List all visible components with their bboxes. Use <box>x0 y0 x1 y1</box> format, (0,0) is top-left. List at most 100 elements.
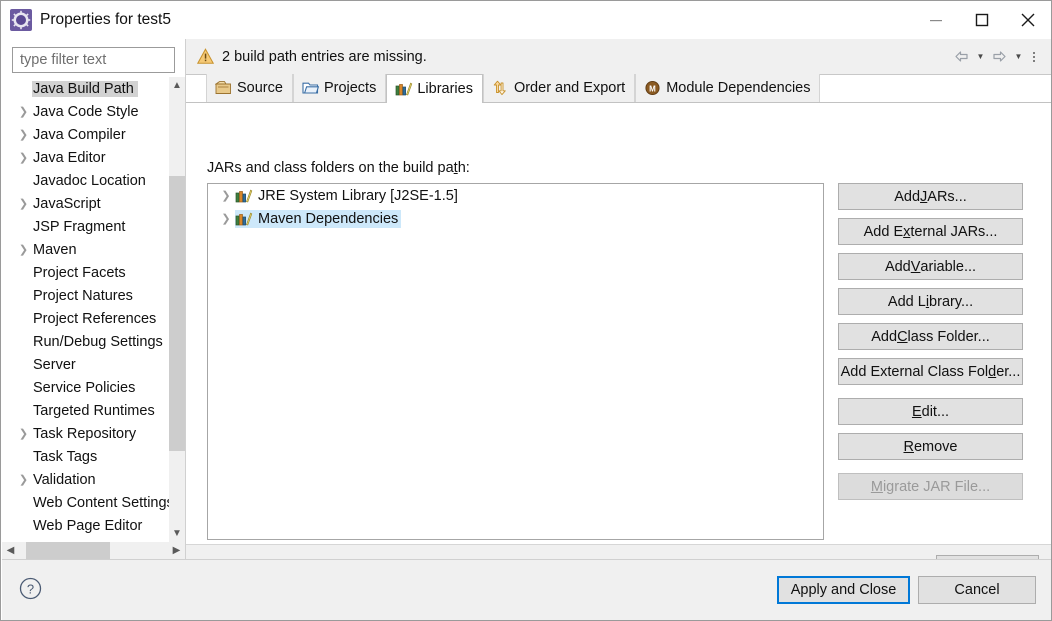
list-item[interactable]: ❯ Maven Dependencies <box>208 207 823 230</box>
sidebar-item-label: JavaScript <box>33 195 101 212</box>
scroll-left-icon[interactable]: ◀ <box>2 542 19 559</box>
sidebar-item-label: Maven <box>33 241 77 258</box>
tab-bar[interactable]: Source Projects Libraries Order and Export M… <box>186 74 1051 103</box>
add-library-button[interactable]: Add Li brary... <box>838 288 1023 315</box>
close-icon[interactable] <box>1005 2 1051 39</box>
sidebar-item-jsp-fragment[interactable]: JSP Fragment <box>12 215 162 238</box>
sidebar-item-service-policies[interactable]: Service Policies <box>12 376 162 399</box>
chevron-right-icon[interactable]: ❯ <box>15 197 32 210</box>
sidebar-item-label: Run/Debug Settings <box>33 333 163 350</box>
library-books-icon <box>395 81 413 97</box>
sidebar-item-label: Javadoc Location <box>33 172 146 189</box>
chevron-right-icon[interactable]: ❯ <box>15 105 32 118</box>
horizontal-scrollbar-thumb[interactable] <box>26 542 110 559</box>
library-actions: Add J ARs... Add Ex ternal JARs... Add Varia… <box>838 183 1023 508</box>
sidebar-item-label: Project Natures <box>33 287 133 304</box>
button-label-mnemonic: R <box>903 438 914 455</box>
message-bar: 2 build path entries are missing. ▼ ▼ <box>186 39 1051 75</box>
scroll-down-icon[interactable]: ▼ <box>169 525 185 542</box>
sidebar-item-java-compiler[interactable]: ❯ Java Compiler <box>12 123 162 146</box>
edit-button[interactable]: Edit... <box>838 398 1023 425</box>
sidebar-item-server[interactable]: Server <box>12 353 162 376</box>
add-external-jars-button[interactable]: Add Ex ternal JARs... <box>838 218 1023 245</box>
chevron-right-icon[interactable]: ❯ <box>15 427 32 440</box>
chevron-right-icon[interactable]: ❯ <box>15 151 32 164</box>
sidebar-item-targeted-runtimes[interactable]: Targeted Runtimes <box>12 399 162 422</box>
sidebar-item-java-build-path[interactable]: Java Build Path <box>12 77 162 100</box>
sidebar-item-label: Validation <box>33 471 96 488</box>
add-class-folder-button[interactable]: Add Class Folder... <box>838 323 1023 350</box>
window-title: Properties for test5 <box>40 11 171 28</box>
cancel-button[interactable]: Cancel <box>918 576 1036 604</box>
svg-text:M: M <box>649 84 656 93</box>
add-jars-button[interactable]: Add J ARs... <box>838 183 1023 210</box>
sidebar-item-validation[interactable]: ❯ Validation <box>12 468 162 491</box>
sidebar-item-label: Server <box>33 356 76 373</box>
back-arrow-icon[interactable] <box>952 47 971 66</box>
folder-icon <box>302 80 320 96</box>
eclipse-logo-icon <box>10 9 32 31</box>
help-icon[interactable]: ? <box>19 577 42 600</box>
back-chevron-down-icon[interactable]: ▼ <box>974 47 987 66</box>
sidebar-item-task-repository[interactable]: ❯ Task Repository <box>12 422 162 445</box>
sidebar-item-project-references[interactable]: Project References <box>12 307 162 330</box>
tab-module-dependencies[interactable]: M Module Dependencies <box>635 74 821 102</box>
sidebar-item-project-facets[interactable]: Project Facets <box>12 261 162 284</box>
sidebar-tree[interactable]: Java Build Path ❯ Java Code Style ❯ Java Com… <box>12 77 185 542</box>
panel-label: JARs and class folders on the build path… <box>207 160 470 176</box>
add-external-class-folder-button[interactable]: Add External Class Fol d er... <box>838 358 1023 385</box>
minimize-icon[interactable] <box>913 2 959 39</box>
button-label-before: Add External Class Fol <box>840 363 989 380</box>
sidebar-item-maven[interactable]: ❯ Maven <box>12 238 162 261</box>
chevron-right-icon[interactable]: ❯ <box>15 128 32 141</box>
tab-source[interactable]: Source <box>206 74 293 102</box>
sidebar-item-web-page-editor[interactable]: Web Page Editor <box>12 514 162 537</box>
sidebar-item-web-content-settings[interactable]: Web Content Settings <box>12 491 174 514</box>
warning-icon <box>196 48 215 65</box>
apply-and-close-button[interactable]: Apply and Close <box>777 576 910 604</box>
list-item-content: JRE System Library [J2SE-1.5] <box>235 188 458 204</box>
chevron-right-icon[interactable]: ❯ <box>15 243 32 256</box>
scroll-right-icon[interactable]: ▶ <box>168 542 185 559</box>
tab-projects[interactable]: Projects <box>292 74 387 102</box>
remove-button[interactable]: Remove <box>838 433 1023 460</box>
sidebar-item-javascript[interactable]: ❯ JavaScript <box>12 192 162 215</box>
button-label-after: igrate JAR File... <box>882 478 991 495</box>
sidebar-horizontal-scrollbar[interactable]: ◀ ▶ <box>2 542 185 559</box>
chevron-right-icon[interactable]: ❯ <box>15 473 32 486</box>
package-icon <box>214 80 232 96</box>
tab-libraries[interactable]: Libraries <box>386 74 483 103</box>
sidebar-item-label: Web Content Settings <box>33 494 174 511</box>
sidebar-vertical-scrollbar[interactable]: ▲ ▼ <box>169 77 185 542</box>
sidebar-item-javadoc-location[interactable]: Javadoc Location <box>12 169 162 192</box>
list-item[interactable]: ❯ JRE System Library [J2SE-1.5] <box>208 184 823 207</box>
chevron-right-icon[interactable]: ❯ <box>217 189 235 202</box>
libraries-panel: JARs and class folders on the build path… <box>186 103 1051 594</box>
sidebar-item-java-code-style[interactable]: ❯ Java Code Style <box>12 100 162 123</box>
tab-order-and-export[interactable]: Order and Export <box>482 74 636 102</box>
sidebar-item-java-editor[interactable]: ❯ Java Editor <box>12 146 162 169</box>
button-label-mnemonic: V <box>910 258 921 275</box>
chevron-right-icon[interactable]: ❯ <box>217 212 235 225</box>
scroll-up-icon[interactable]: ▲ <box>169 77 185 94</box>
forward-arrow-icon[interactable] <box>990 47 1009 66</box>
sidebar-item-task-tags[interactable]: Task Tags <box>12 445 162 468</box>
maximize-icon[interactable] <box>959 2 1005 39</box>
sidebar-item-label: Service Policies <box>33 379 136 396</box>
sidebar-item-run-debug-settings[interactable]: Run/Debug Settings <box>12 330 163 353</box>
message-text: 2 build path entries are missing. <box>222 48 427 65</box>
filter-input[interactable]: type filter text <box>12 47 175 73</box>
add-variable-button[interactable]: Add Variable... <box>838 253 1023 280</box>
sidebar-item-project-natures[interactable]: Project Natures <box>12 284 162 307</box>
list-item-content: Maven Dependencies <box>235 209 402 228</box>
forward-chevron-down-icon[interactable]: ▼ <box>1012 47 1025 66</box>
tab-label: Module Dependencies <box>666 80 811 96</box>
button-label-mnemonic: C <box>897 328 908 345</box>
library-books-icon <box>235 188 253 204</box>
vertical-scrollbar-thumb[interactable] <box>169 176 185 451</box>
button-label-after: dit... <box>921 403 950 420</box>
build-path-list[interactable]: ❯ JRE System Library [J2SE-1.5] ❯ Maven Dep… <box>207 183 824 540</box>
tab-label: Source <box>237 80 283 96</box>
vertical-dots-icon[interactable] <box>1028 47 1040 67</box>
tab-label: Libraries <box>417 81 473 97</box>
